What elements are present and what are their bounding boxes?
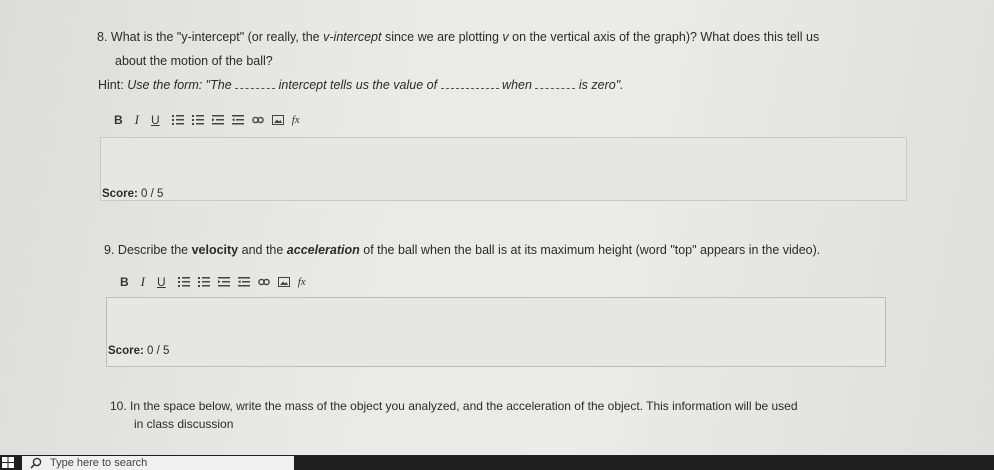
windows-start-icon[interactable]: [2, 457, 14, 468]
question-9-text: 9. Describe the velocity and the acceler…: [104, 243, 821, 257]
bullet-list-icon[interactable]: [171, 115, 184, 125]
italic-button[interactable]: I: [135, 112, 139, 128]
q8-score: Score: 0 / 5: [102, 188, 164, 200]
outdent-icon[interactable]: [211, 115, 224, 125]
link-icon[interactable]: [257, 277, 270, 287]
question-number: 9.: [104, 243, 115, 257]
q9-score: Score: 0 / 5: [108, 345, 170, 357]
indent-icon[interactable]: [237, 277, 250, 287]
italic-button[interactable]: I: [141, 274, 145, 290]
outdent-icon[interactable]: [217, 277, 230, 287]
formula-button[interactable]: fx: [298, 276, 306, 288]
q9-answer-editor[interactable]: [106, 297, 886, 367]
hint-blank: [535, 78, 576, 89]
search-icon: [30, 457, 42, 469]
indent-icon[interactable]: [231, 115, 244, 125]
question-10-text: 10. In the space below, write the mass o…: [110, 399, 798, 413]
taskbar-search-box[interactable]: Type here to search: [22, 456, 294, 470]
image-icon[interactable]: [271, 115, 284, 125]
search-placeholder: Type here to search: [50, 457, 148, 469]
question-number: 10.: [110, 399, 127, 413]
formula-button[interactable]: fx: [292, 114, 300, 126]
hint-blank: [440, 78, 499, 89]
link-icon[interactable]: [251, 115, 264, 125]
q8-answer-editor[interactable]: [100, 137, 907, 201]
q9-editor-toolbar: B I U fx: [120, 274, 318, 290]
underline-button[interactable]: U: [151, 113, 160, 127]
question-number: 8.: [97, 30, 108, 44]
taskbar: Type here to search: [0, 455, 994, 470]
bullet-list-icon[interactable]: [177, 277, 190, 287]
bold-button[interactable]: B: [120, 275, 129, 289]
hint-label: Hint:: [98, 78, 124, 92]
numbered-list-icon[interactable]: [191, 115, 204, 125]
numbered-list-icon[interactable]: [197, 277, 210, 287]
image-icon[interactable]: [277, 277, 290, 287]
quiz-page: 8. What is the "y-intercept" (or really,…: [0, 0, 994, 455]
q8-editor-toolbar: B I U fx: [114, 112, 312, 128]
hint-blank: [235, 78, 276, 89]
underline-button[interactable]: U: [157, 275, 166, 289]
question-8-hint: Hint: Use the form: "The intercept tells…: [98, 78, 624, 92]
question-10-text-line2: in class discussion: [134, 417, 234, 431]
question-8-text-line2: about the motion of the ball?: [115, 54, 273, 68]
question-8-text: 8. What is the "y-intercept" (or really,…: [97, 30, 820, 44]
bold-button[interactable]: B: [114, 113, 123, 127]
